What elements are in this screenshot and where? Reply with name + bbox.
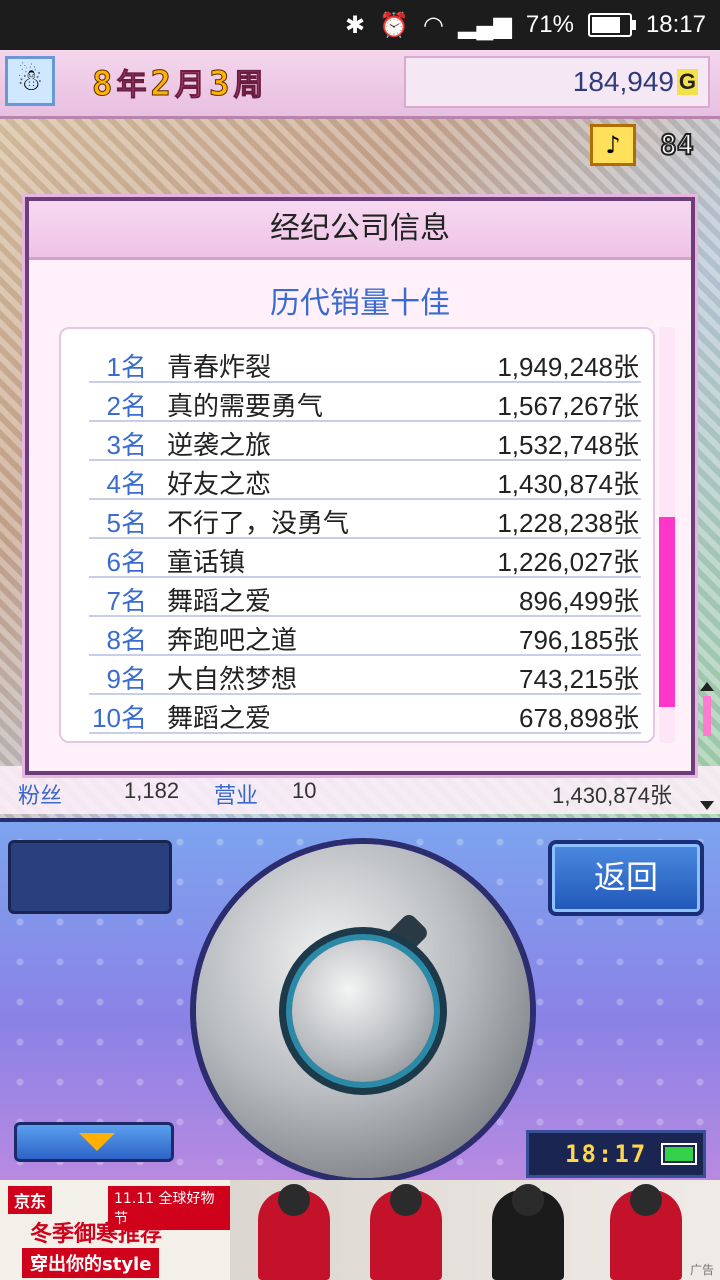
agency-info-dialog: 经纪公司信息 历代销量十佳 1名 青春炸裂 1,949,248张 2名 真的需要… [25,197,695,775]
ranking-row: 6名 童话镇 1,226,027张 [89,538,641,578]
rank-label: 1名 [106,352,147,382]
song-title: 奔跑吧之道 [167,626,298,656]
alarm-icon: ⏰ [379,11,410,39]
song-title: 大自然梦想 [167,665,298,695]
rank-label: 5名 [106,508,147,538]
dialog-subtitle: 历代销量十佳 [270,286,450,321]
game-clock-time: 18:17 [565,1140,648,1168]
ad-headline: 冬季御寒推荐 [30,1222,163,1247]
song-title: 童话镇 [167,548,246,578]
ad-model-figure [258,1184,330,1280]
money-display: 184,949 G [404,56,710,108]
week-unit: 周 [233,68,264,104]
year-unit: 年 [116,68,147,104]
game-date: 8 年 2 月 3 周 [91,60,264,105]
wifi-icon: ◠ [423,11,444,39]
rank-label: 3名 [106,430,147,460]
ranking-row: 2名 真的需要勇气 1,567,267张 [89,382,641,422]
dpad[interactable] [196,844,530,1178]
sales-count: 896,499张 [519,586,639,616]
sales-count: 678,898张 [519,703,639,733]
ranking-row: 5名 不行了，没勇气 1,228,238张 [89,499,641,539]
scroll-down-icon[interactable] [700,801,714,810]
page-scrollbar[interactable] [700,682,714,810]
sales-count: 1,532,748张 [497,430,639,460]
ranking-row: 9名 大自然梦想 743,215张 [89,655,641,695]
signal-icon: ▂▄▆ [457,11,512,39]
game-battery-icon [661,1143,697,1165]
song-title: 舞蹈之爱 [167,587,272,617]
dialog-title: 经纪公司信息 [29,201,691,260]
business-label: 营业 [214,783,259,808]
trophy-icon[interactable]: ♪ [590,124,636,166]
ad-brand: 京东 [8,1186,53,1214]
ranking-row: 3名 逆袭之旅 1,532,748张 [89,421,641,461]
ad-text-area: 京东 11.11 全球好物节 冬季御寒推荐 穿出你的style [0,1180,230,1280]
rank-label: 8名 [106,625,147,655]
controller-panel: 返回 18:17 [0,818,720,1184]
list-scrollbar[interactable] [659,327,675,743]
battery-percent: 71% [525,11,574,38]
song-title: 好友之恋 [167,470,272,500]
page-scroll-thumb[interactable] [703,696,711,736]
week-number: 3 [208,64,230,105]
rank-label: 9名 [106,664,147,694]
sales-count: 1,226,027张 [497,547,639,577]
sales-value: 1,430,874张 [552,783,672,808]
ad-tagline: 穿出你的style [22,1248,160,1278]
status-time: 18:17 [645,11,706,38]
fans-level: 84 [659,127,695,162]
song-title: 真的需要勇气 [167,392,324,422]
rank-label: 7名 [106,586,147,616]
sales-count: 1,430,874张 [497,469,639,499]
ranking-row: 10名 舞蹈之爱 678,898张 [89,694,641,734]
sales-count: 1,567,267张 [497,391,639,421]
money-value: 184,949 [572,66,674,97]
list-scroll-thumb[interactable] [659,517,675,707]
song-title: 青春炸裂 [167,353,272,383]
rank-label: 2名 [106,391,147,421]
ad-model-figure [610,1184,682,1280]
scroll-down-button[interactable] [14,1122,174,1162]
game-top-bar: ☃ 8 年 2 月 3 周 184,949 G [0,50,720,119]
ranking-row: 1名 青春炸裂 1,949,248张 [89,343,641,383]
sales-count: 796,185张 [519,625,639,655]
ranking-row: 7名 舞蹈之爱 896,499张 [89,577,641,617]
fans-value: 1,182 [124,778,180,803]
scroll-up-icon[interactable] [700,682,714,691]
month-unit: 月 [174,68,205,104]
sales-count: 1,228,238张 [497,508,639,538]
bluetooth-icon: ✱ [345,11,366,39]
month-number: 2 [150,64,172,105]
business-value: 10 [292,778,317,803]
currency-icon: G [676,69,698,95]
arrow-down-icon [79,1133,115,1151]
rank-label: 4名 [106,469,147,499]
ad-mark: 广告 [689,1263,714,1277]
battery-icon [587,13,636,37]
dpad-center-button[interactable] [292,940,434,1082]
ad-image [230,1180,720,1280]
snowman-icon[interactable]: ☃ [5,56,55,106]
back-button[interactable]: 返回 [548,840,704,916]
rankings-list[interactable]: 1名 青春炸裂 1,949,248张 2名 真的需要勇气 1,567,267张 … [59,327,655,743]
rank-label: 10名 [92,703,147,733]
song-title: 不行了，没勇气 [167,509,350,539]
ranking-row: 8名 奔跑吧之道 796,185张 [89,616,641,656]
song-title: 舞蹈之爱 [167,704,272,734]
sales-count: 743,215张 [519,664,639,694]
game-clock: 18:17 [526,1130,706,1178]
fans-label: 粉丝 [18,783,63,808]
sales-count: 1,949,248张 [497,352,639,382]
year-number: 8 [91,64,113,105]
menu-button[interactable] [8,840,172,914]
status-bar: ✱ ⏰ ◠ ▂▄▆ 71% 18:17 [0,0,720,50]
ad-model-figure [492,1184,564,1280]
ranking-row: 4名 好友之恋 1,430,874张 [89,460,641,500]
ad-model-figure [370,1184,442,1280]
rank-label: 6名 [106,547,147,577]
ad-banner[interactable]: 京东 11.11 全球好物节 冬季御寒推荐 穿出你的style 广告 [0,1180,720,1280]
song-title: 逆袭之旅 [167,431,272,461]
